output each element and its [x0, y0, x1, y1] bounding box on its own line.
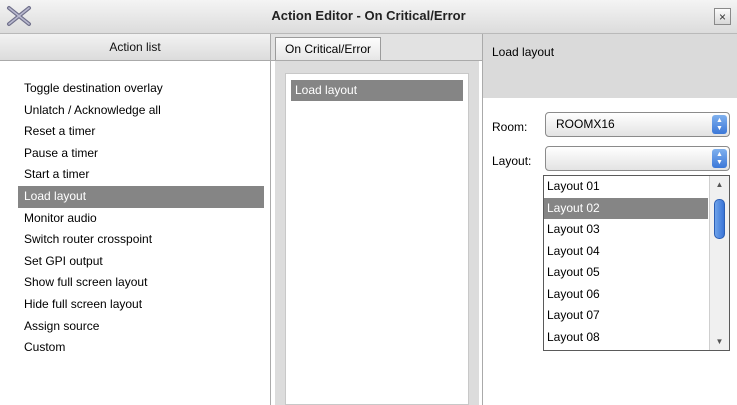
scroll-thumb[interactable]	[714, 199, 725, 239]
layout-options: Layout 01 Layout 02 Layout 03 Layout 04 Layo…	[544, 176, 729, 348]
action-list-item[interactable]: Switch router crosspoint	[0, 229, 270, 251]
layout-label: Layout:	[492, 154, 532, 168]
action-list-item[interactable]: Assign source	[0, 316, 270, 338]
action-list-item[interactable]: Unlatch / Acknowledge all	[0, 100, 270, 122]
updown-arrows-icon: ▲ ▼	[712, 115, 727, 134]
sequence-item[interactable]: Load layout	[291, 80, 463, 101]
layout-select[interactable]: ▲ ▼	[545, 146, 730, 171]
sequence-area: Load layout	[275, 61, 479, 405]
action-list-item[interactable]: Show full screen layout	[0, 272, 270, 294]
layout-option[interactable]: Layout 01	[544, 176, 708, 198]
layout-scrollbar[interactable]: ▲ ▼	[709, 176, 729, 350]
properties-title: Load layout	[492, 45, 555, 59]
action-list-item[interactable]: Hide full screen layout	[0, 294, 270, 316]
action-list-item[interactable]: Monitor audio	[0, 208, 270, 230]
layout-option[interactable]: Layout 06	[544, 284, 708, 306]
action-list-panel: Action list Toggle destination overlay Un…	[0, 34, 271, 405]
close-icon: ×	[718, 10, 726, 24]
updown-arrows-icon: ▲ ▼	[712, 149, 727, 168]
action-list-item[interactable]: Set GPI output	[0, 251, 270, 273]
scroll-up-icon[interactable]: ▲	[710, 177, 729, 192]
layout-option[interactable]: Layout 05	[544, 262, 708, 284]
room-select[interactable]: ROOMX16 ▲ ▼	[545, 112, 730, 137]
room-label: Room:	[492, 120, 528, 134]
action-list-item[interactable]: Pause a timer	[0, 143, 270, 165]
sequence-list: Load layout	[285, 73, 469, 405]
action-list-header-label: Action list	[109, 40, 161, 54]
sequence-panel: On Critical/Error Load layout	[271, 34, 483, 405]
action-list-item[interactable]: Start a timer	[0, 164, 270, 186]
action-list-item[interactable]: Custom	[0, 337, 270, 359]
layout-option[interactable]: Layout 07	[544, 305, 708, 327]
layout-option[interactable]: Layout 08	[544, 327, 708, 349]
window-title: Action Editor - On Critical/Error	[271, 8, 466, 23]
action-list-item[interactable]: Toggle destination overlay	[0, 78, 270, 100]
layout-option[interactable]: Layout 03	[544, 219, 708, 241]
properties-panel: Load layout Room: ROOMX16 ▲ ▼ Layout: ▲ ▼ …	[483, 34, 737, 405]
action-list-header: Action list	[0, 34, 270, 61]
tab-on-critical-error[interactable]: On Critical/Error	[275, 37, 382, 60]
properties-header: Load layout	[483, 34, 737, 98]
close-button[interactable]: ×	[714, 8, 731, 25]
action-list-item[interactable]: Reset a timer	[0, 121, 270, 143]
scroll-down-icon[interactable]: ▼	[710, 334, 729, 349]
layout-option[interactable]: Layout 02	[544, 197, 708, 219]
layout-option[interactable]: Layout 04	[544, 241, 708, 263]
tab-strip: On Critical/Error	[271, 34, 482, 61]
action-list: Toggle destination overlay Unlatch / Ackn…	[0, 78, 270, 359]
layout-dropdown-list: Layout 01 Layout 02 Layout 03 Layout 04 Layo…	[543, 175, 730, 351]
room-value: ROOMX16	[556, 117, 615, 131]
title-bar: Action Editor - On Critical/Error ×	[0, 0, 737, 34]
action-list-item[interactable]: Load layout	[18, 185, 264, 208]
